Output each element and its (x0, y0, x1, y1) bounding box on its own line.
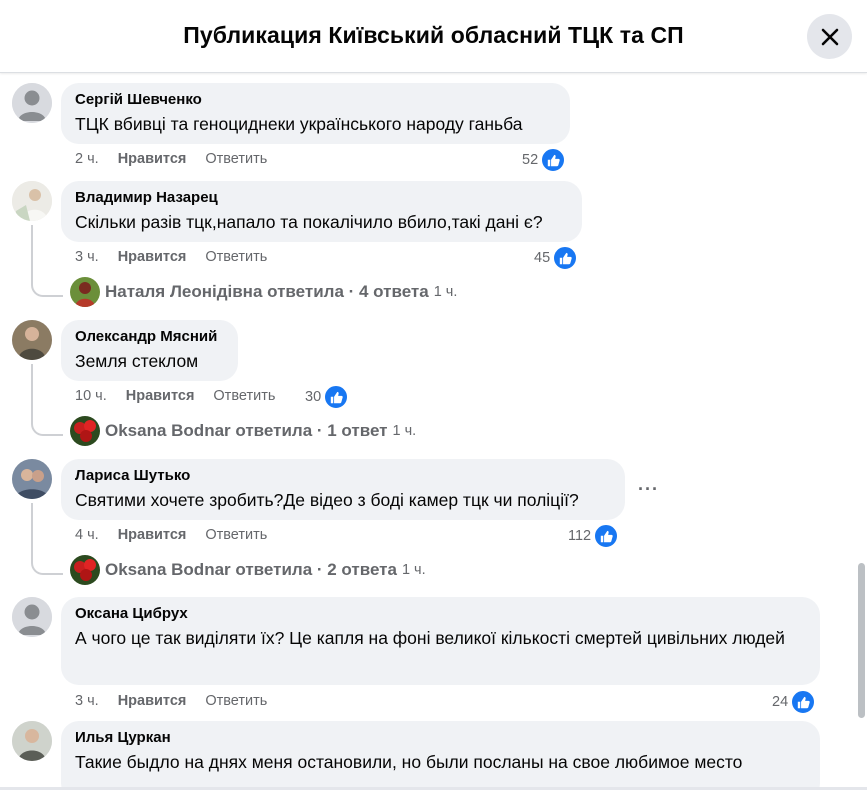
like-button[interactable]: Нравится (126, 388, 195, 404)
comment-time[interactable]: 4 ч. (75, 527, 99, 543)
thread-line (31, 364, 33, 422)
comments-feed[interactable]: Сергій Шевченко ТЦК вбивці та геноциднек… (0, 73, 867, 790)
view-replies-link[interactable]: Oksana Bodnar ответила · 2 ответа 1 ч. (70, 555, 426, 585)
reply-time: 1 ч. (433, 284, 458, 300)
thread-connector (31, 420, 63, 436)
thumbs-up-icon (594, 524, 619, 548)
comment-time[interactable]: 10 ч. (75, 388, 107, 404)
thread-line (31, 225, 33, 283)
close-button[interactable] (807, 14, 852, 59)
reply-summary[interactable]: Oksana Bodnar ответила · 2 ответа (105, 560, 397, 580)
default-avatar-icon (12, 83, 52, 123)
rose-icon (70, 416, 100, 446)
more-options-button[interactable]: ··· (638, 479, 659, 500)
like-button[interactable]: Нравится (118, 693, 187, 709)
reply-button[interactable]: Ответить (205, 527, 267, 543)
reaction-number: 45 (534, 250, 551, 266)
avatar[interactable] (12, 459, 52, 499)
thumbs-up-icon (541, 148, 566, 172)
like-button[interactable]: Нравится (118, 151, 187, 167)
reaction-count[interactable]: 30 (305, 385, 349, 409)
comment-author[interactable]: Владимир Назарец (75, 189, 568, 207)
user-photo-icon (12, 181, 52, 221)
avatar[interactable] (12, 181, 52, 221)
reply-time: 1 ч. (401, 562, 426, 578)
reply-summary[interactable]: Наталя Леонідівна ответила · 4 ответа (105, 282, 429, 302)
user-photo-icon (12, 721, 52, 761)
thread-connector (31, 559, 63, 575)
page-title: Публикация Київський обласний ТЦК та СП (183, 22, 684, 48)
reply-avatar (70, 416, 100, 446)
user-photo-icon (12, 459, 52, 499)
thumbs-up-icon (791, 690, 816, 714)
like-button[interactable]: Нравится (118, 249, 187, 265)
thread-line (31, 503, 33, 561)
reply-avatar (70, 555, 100, 585)
comment-text: Такие быдло на днях меня остановили, но … (75, 752, 743, 772)
reaction-number: 30 (305, 389, 322, 405)
reply-button[interactable]: Ответить (205, 151, 267, 167)
comment-actions: 3 ч. Нравится Ответить (75, 693, 286, 709)
comment-time[interactable]: 3 ч. (75, 249, 99, 265)
comment-text: Земля стеклом (75, 351, 199, 371)
reply-button[interactable]: Ответить (205, 249, 267, 265)
view-replies-link[interactable]: Oksana Bodnar ответила · 1 ответ 1 ч. (70, 416, 416, 446)
comment-bubble: Лариса Шутько Святими хочете зробить?Де … (61, 459, 625, 520)
like-button[interactable]: Нравится (118, 527, 187, 543)
reply-summary[interactable]: Oksana Bodnar ответила · 1 ответ (105, 421, 388, 441)
comment-text: Скільки разів тцк,напало та покалічило в… (75, 212, 543, 232)
reaction-number: 112 (568, 528, 592, 544)
scrollbar-thumb[interactable] (858, 563, 865, 718)
comment-author[interactable]: Оксана Цибрух (75, 605, 806, 623)
reply-button[interactable]: Ответить (213, 388, 275, 404)
close-icon (821, 28, 838, 45)
reaction-count[interactable]: 24 (772, 690, 816, 714)
comment-bubble: Олександр Мясний Земля стеклом (61, 320, 238, 381)
comment-bubble: Илья Цуркан Такие быдло на днях меня ост… (61, 721, 820, 790)
comment-author[interactable]: Олександр Мясний (75, 328, 224, 346)
comment-author[interactable]: Илья Цуркан (75, 729, 806, 747)
comment-actions: 10 ч. Нравится Ответить (75, 388, 294, 404)
view-replies-link[interactable]: Наталя Леонідівна ответила · 4 ответа 1 … (70, 277, 457, 307)
reaction-count[interactable]: 112 (568, 524, 619, 548)
comment-text: Святими хочете зробить?Де відео з боді к… (75, 490, 579, 510)
reaction-count[interactable]: 45 (534, 246, 578, 270)
comment-actions: 3 ч. Нравится Ответить (75, 249, 286, 265)
comment-actions: 2 ч. Нравится Ответить (75, 151, 286, 167)
avatar[interactable] (12, 83, 52, 123)
comment-time[interactable]: 3 ч. (75, 693, 99, 709)
comment-text: ТЦК вбивці та геноциднеки українського н… (75, 114, 523, 134)
comment-bubble: Владимир Назарец Скільки разів тцк,напал… (61, 181, 582, 242)
comment-bubble: Сергій Шевченко ТЦК вбивці та геноциднек… (61, 83, 570, 144)
reaction-count[interactable]: 52 (522, 148, 566, 172)
comment-text: А чого це так виділяти їх? Це капля на ф… (75, 628, 785, 648)
dialog-header: Публикация Київський обласний ТЦК та СП (0, 0, 867, 73)
comment-bubble: Оксана Цибрух А чого це так виділяти їх?… (61, 597, 820, 685)
reply-time: 1 ч. (392, 423, 417, 439)
reaction-number: 52 (522, 152, 539, 168)
reaction-number: 24 (772, 694, 789, 710)
user-photo-icon (12, 320, 52, 360)
rose-icon (70, 555, 100, 585)
avatar[interactable] (12, 597, 52, 637)
thumbs-up-icon (553, 246, 578, 270)
reply-avatar (70, 277, 100, 307)
avatar[interactable] (12, 320, 52, 360)
avatar[interactable] (12, 721, 52, 761)
comment-actions: 4 ч. Нравится Ответить (75, 527, 286, 543)
comment-author[interactable]: Сергій Шевченко (75, 91, 556, 109)
thumbs-up-icon (324, 385, 349, 409)
default-avatar-icon (12, 597, 52, 637)
comment-time[interactable]: 2 ч. (75, 151, 99, 167)
reply-button[interactable]: Ответить (205, 693, 267, 709)
thread-connector (31, 281, 63, 297)
comment-author[interactable]: Лариса Шутько (75, 467, 611, 485)
user-photo-icon (70, 277, 100, 307)
